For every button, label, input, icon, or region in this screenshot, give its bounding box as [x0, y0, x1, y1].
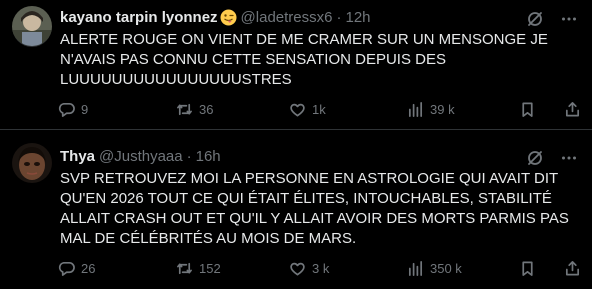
tweet-header-icons: [526, 10, 578, 28]
reply-count: 9: [81, 102, 89, 117]
share-button[interactable]: [564, 101, 581, 118]
bookmark-button[interactable]: [519, 101, 536, 118]
avatar[interactable]: [12, 6, 52, 47]
like-count: 3 k: [312, 261, 330, 276]
like-button[interactable]: 3 k: [289, 260, 329, 277]
like-icon: [290, 262, 305, 276]
author-name[interactable]: kayano tarpin lyonnez: [60, 9, 218, 26]
retweet-icon: [177, 103, 192, 116]
retweet-count: 152: [199, 261, 221, 276]
reply-count: 26: [81, 261, 96, 276]
bookmark-button[interactable]: [519, 260, 536, 277]
retweet-count: 36: [199, 102, 214, 117]
share-icon: [565, 261, 580, 276]
like-icon: [290, 103, 305, 117]
grok-icon[interactable]: [526, 10, 544, 28]
more-icon[interactable]: [560, 10, 578, 28]
winking-tongue-emoji: [220, 9, 237, 26]
tweet-text: SVP RETROUVEZ MOI LA PERSONNE EN ASTROLO…: [60, 170, 569, 247]
tweet-text: ALERTE ROUGE ON VIENT DE ME CRAMER SUR U…: [60, 31, 548, 88]
bookmark-icon: [522, 102, 533, 117]
grok-icon[interactable]: [526, 149, 544, 167]
retweet-button[interactable]: 152: [176, 260, 221, 277]
tweet-header: kayano tarpin lyonnez @ladetressx6 · 12h: [60, 9, 371, 26]
reply-button[interactable]: 26: [58, 260, 95, 277]
share-button[interactable]: [564, 260, 581, 277]
views-icon: [408, 261, 423, 276]
tweet-divider: [0, 129, 592, 130]
like-count: 1k: [312, 102, 326, 117]
tweet-header: Thya @Justhyaaa · 16h: [60, 148, 221, 165]
more-icon[interactable]: [560, 149, 578, 167]
views-button[interactable]: 350 k: [407, 260, 462, 277]
views-button[interactable]: 39 k: [407, 101, 455, 118]
author-handle[interactable]: @Justhyaaa: [99, 148, 183, 165]
separator-dot: ·: [336, 9, 342, 26]
bookmark-icon: [522, 261, 533, 276]
tweet-header-icons: [526, 149, 578, 167]
view-count: 350 k: [430, 261, 462, 276]
separator-dot: ·: [186, 148, 192, 165]
author-handle[interactable]: @ladetressx6: [241, 9, 333, 26]
reply-icon: [58, 261, 75, 276]
reply-icon: [58, 102, 75, 117]
share-icon: [565, 102, 580, 117]
retweet-icon: [177, 262, 192, 275]
tweet-actions: 9 36 1k 39 k: [58, 101, 581, 121]
author-name[interactable]: Thya: [60, 148, 95, 165]
like-button[interactable]: 1k: [289, 101, 326, 118]
views-icon: [408, 102, 423, 117]
view-count: 39 k: [430, 102, 455, 117]
reply-button[interactable]: 9: [58, 101, 88, 118]
timestamp[interactable]: 12h: [345, 9, 370, 26]
retweet-button[interactable]: 36: [176, 101, 213, 118]
tweet-actions: 26 152 3 k 350 k: [58, 260, 581, 280]
avatar[interactable]: [12, 143, 52, 183]
timestamp[interactable]: 16h: [196, 148, 221, 165]
